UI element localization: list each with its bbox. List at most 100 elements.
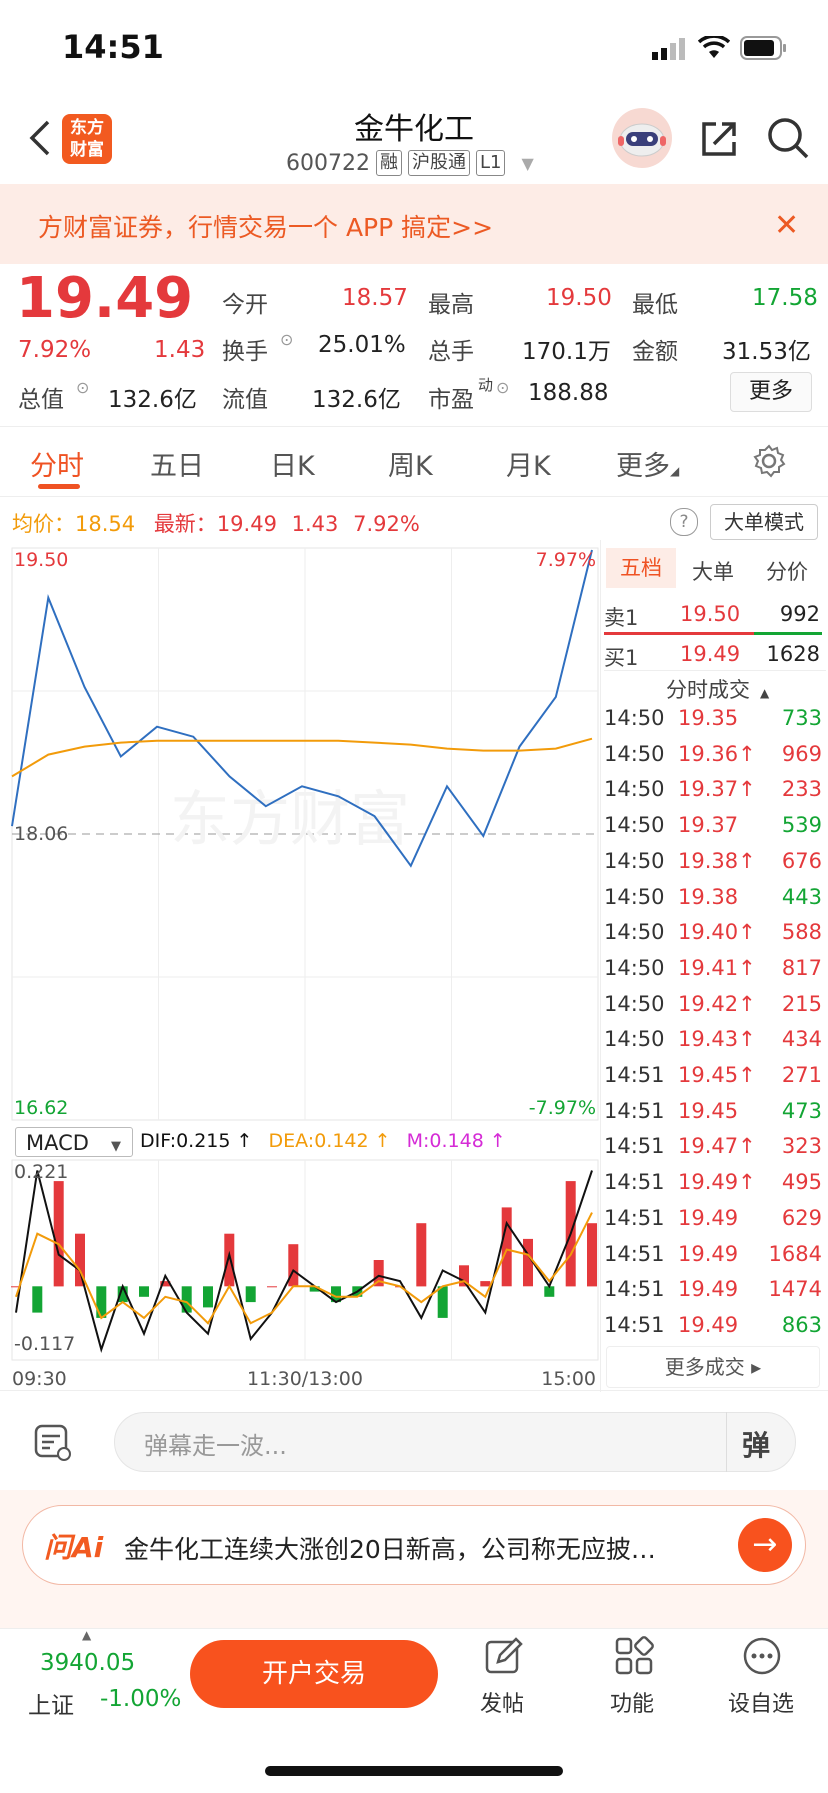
open-label: 今开 (222, 292, 268, 318)
macd-bar (501, 1207, 512, 1287)
trade-price: 19.38 (678, 884, 739, 909)
more-trades-button[interactable]: 更多成交 ▸ (606, 1346, 820, 1388)
trade-row: 14:51 19.49 863 (604, 1313, 822, 1343)
trades-title[interactable]: 分时成交 ▲ (666, 674, 769, 704)
big-order-mode-button[interactable]: 大单模式 (710, 504, 818, 540)
promo-banner-text[interactable]: 方财富证券，行情交易一个 APP 搞定>> (38, 208, 493, 244)
tag-margin: 融 (375, 150, 402, 176)
comment-list-icon[interactable] (30, 1420, 76, 1470)
active-tab-indicator (38, 484, 80, 489)
app-logo: 东方 财富 (62, 114, 112, 164)
trade-time: 14:50 (604, 777, 665, 802)
search-icon[interactable] (766, 116, 810, 164)
trade-qty: 271 (781, 1063, 822, 1087)
sell-bar (604, 632, 754, 635)
tab-daily-k[interactable]: 日K (270, 444, 315, 483)
tab-price-distribution[interactable]: 分价 (766, 556, 808, 586)
y-tick-label: 16.62 (14, 1097, 68, 1119)
divider (0, 426, 828, 427)
more-dots-icon[interactable] (742, 1636, 782, 1680)
float-value: 132.6亿 (312, 387, 401, 413)
share-icon[interactable] (698, 118, 740, 164)
divider (604, 670, 826, 671)
index-name[interactable]: 上证 (28, 1686, 74, 1720)
edit-icon[interactable] (484, 1636, 524, 1680)
stock-code: 600722 (286, 150, 370, 176)
macd-m: M:0.148 ↑ (406, 1130, 506, 1152)
trade-row: 14:50 19.37 539 (604, 813, 822, 843)
grid-icon[interactable] (614, 1636, 654, 1680)
trade-price: 19.45 (678, 1098, 739, 1123)
post-label[interactable]: 发帖 (480, 1686, 524, 1718)
tab-five-day[interactable]: 五日 (150, 444, 204, 483)
trade-time: 14:51 (604, 1205, 665, 1230)
index-value[interactable]: 3940.05 (40, 1650, 135, 1676)
trade-row: 14:50 19.38↑ 676 (604, 849, 822, 879)
help-icon[interactable]: ? (670, 508, 698, 536)
tab-five-levels[interactable]: 五档 (606, 548, 676, 588)
more-button[interactable]: 更多 (730, 372, 812, 412)
volume-value: 170.1万 (522, 339, 611, 365)
avg-label: 均价： (12, 512, 75, 536)
pe-value: 188.88 (528, 380, 609, 406)
tab-more[interactable]: 更多◢ (616, 444, 679, 483)
trade-price: 19.42↑ (678, 991, 756, 1016)
more-info-icon[interactable]: ⊙ (76, 378, 89, 397)
trade-qty: 434 (781, 1027, 822, 1052)
stock-name: 金牛化工 (354, 112, 474, 147)
close-icon[interactable]: ✕ (774, 208, 799, 243)
trade-qty: 539 (781, 813, 822, 838)
tab-big-orders[interactable]: 大单 (692, 556, 734, 586)
back-icon[interactable] (26, 118, 54, 156)
trade-price: 19.35 (678, 706, 739, 730)
trade-row: 14:51 19.49↑ 495 (604, 1170, 822, 1200)
macd-dif: DIF:0.215 ↑ (140, 1130, 253, 1152)
trade-row: 14:50 19.40↑ 588 (604, 920, 822, 950)
danmu-toggle-icon[interactable]: 弹 (742, 1424, 770, 1464)
tab-weekly-k[interactable]: 周K (388, 444, 433, 483)
macd-dea: DEA:0.142 ↑ (268, 1130, 391, 1152)
intraday-chart[interactable]: 东方财富 19.50 18.06 16.62 7.97% -7.97% 0.221 -0.… (0, 540, 600, 1390)
trade-price: 19.40↑ (678, 920, 756, 945)
trade-time: 14:50 (604, 741, 665, 766)
wifi-icon (697, 34, 731, 64)
more-info-icon[interactable]: ⊙ (280, 330, 293, 349)
trade-price: 19.37↑ (678, 777, 756, 802)
change-amount: 1.43 (154, 337, 206, 363)
arrow-right-icon[interactable]: → (738, 1518, 792, 1572)
trade-time: 14:50 (604, 1027, 665, 1052)
trade-qty: 588 (781, 920, 822, 945)
assistant-robot-icon[interactable] (612, 108, 672, 168)
more-info-icon[interactable]: ⊙ (496, 378, 509, 397)
tab-monthly-k[interactable]: 月K (506, 444, 551, 483)
open-account-button[interactable]: 开户交易 (190, 1640, 438, 1708)
index-change[interactable]: -1.00% (100, 1686, 181, 1712)
trade-qty: 323 (781, 1134, 822, 1159)
trade-row: 14:51 19.45↑ 271 (604, 1063, 822, 1093)
chevron-down-icon[interactable]: ▼ (521, 154, 533, 173)
tab-intraday[interactable]: 分时 (30, 444, 84, 483)
ai-brand: 问Ai (44, 1531, 104, 1564)
macd-bar (32, 1286, 43, 1313)
trade-time: 14:50 (604, 706, 665, 730)
trade-row: 14:50 19.42↑ 215 (604, 992, 822, 1022)
trade-price: 19.43↑ (678, 1027, 756, 1052)
pct-tick-label: -7.97% (529, 1097, 596, 1119)
trade-price: 19.41↑ (678, 955, 756, 980)
news-headline[interactable]: 金牛化工连续大涨创20日新高，公司称无应披… (124, 1530, 724, 1566)
watchlist-label[interactable]: 设自选 (728, 1686, 794, 1718)
trade-price: 19.45↑ (678, 1063, 756, 1087)
trade-price: 19.49 (678, 1241, 739, 1266)
trade-qty: 233 (781, 777, 822, 802)
function-label[interactable]: 功能 (610, 1686, 654, 1718)
gear-icon[interactable] (752, 444, 786, 482)
macd-bar (288, 1244, 299, 1287)
macd-values: DIF:0.215 ↑ DEA:0.142 ↑ M:0.148 ↑ (140, 1130, 506, 1152)
macd-bar (181, 1286, 192, 1313)
trade-row: 14:51 19.49 1474 (604, 1277, 822, 1307)
trade-qty: 863 (781, 1312, 822, 1337)
macd-bar (139, 1286, 149, 1297)
indicator-select[interactable]: MACD ▼ (15, 1127, 133, 1157)
y-tick-label: 18.06 (14, 823, 68, 845)
turnover-label: 换手 (222, 339, 268, 365)
